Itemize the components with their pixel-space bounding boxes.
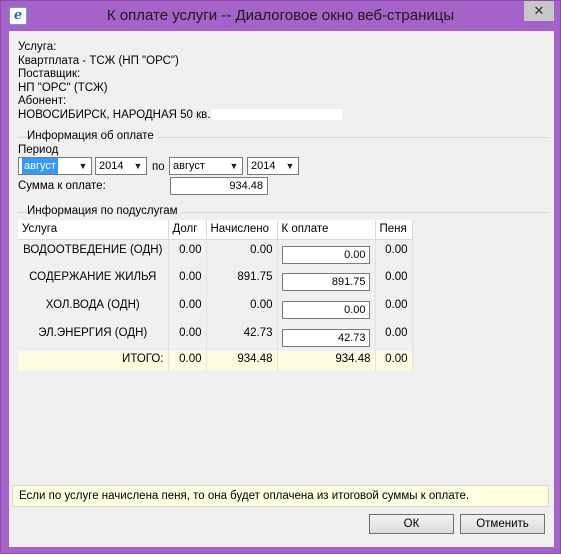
row-to-pay-cell: 0.00	[277, 295, 376, 323]
table-row: ВОДООТВЕДЕНИЕ (ОДН) 0.00 0.00 0.00 0.00	[18, 239, 413, 267]
row-penalty: 0.00	[375, 239, 413, 267]
month-from-value: август	[22, 158, 58, 174]
row-service: ЭЛ.ЭНЕРГИЯ (ОДН)	[18, 323, 169, 351]
service-value: Квартплата - ТСЖ (НП "ОРС")	[18, 54, 179, 67]
year-from-select[interactable]: 2014 ▼	[95, 157, 147, 175]
row-accrued: 891.75	[206, 267, 278, 295]
service-label: Услуга:	[18, 41, 57, 53]
total-penalty: 0.00	[375, 351, 413, 371]
row-penalty: 0.00	[375, 323, 413, 351]
title-bar[interactable]: e К оплате услуги -- Диалоговое окно веб…	[1, 1, 560, 31]
subservices-table: Услуга Долг Начислено К оплате Пеня ВОДО…	[18, 220, 413, 371]
subservices-section-title: Информация по подуслугам	[27, 205, 182, 217]
to-label: по	[152, 161, 165, 173]
close-button[interactable]: ✕	[524, 1, 554, 21]
dialog-content: Услуга: Квартплата - ТСЖ (НП "ОРС") Пост…	[9, 31, 554, 547]
ok-button[interactable]: ОК	[369, 514, 454, 534]
table-row: ХОЛ.ВОДА (ОДН) 0.00 0.00 0.00 0.00	[18, 295, 413, 323]
month-to-select[interactable]: август ▼	[169, 157, 243, 175]
col-header-service: Услуга	[18, 220, 169, 240]
chevron-down-icon: ▼	[229, 161, 239, 171]
col-header-accrued: Начислено	[206, 220, 278, 240]
month-from-select[interactable]: август ▼	[18, 157, 92, 175]
row-penalty: 0.00	[375, 295, 413, 323]
info-message: Если по услуге начислена пеня, то она бу…	[12, 485, 549, 507]
provider-info: Услуга: Квартплата - ТСЖ (НП "ОРС") Пост…	[18, 41, 343, 123]
row-accrued: 0.00	[206, 239, 278, 267]
row-debt: 0.00	[168, 323, 207, 351]
window-title: К оплате услуги -- Диалоговое окно веб-с…	[106, 7, 455, 24]
payment-section-title: Информация об оплате	[27, 130, 158, 142]
row-accrued: 42.73	[206, 323, 278, 351]
amount-input[interactable]: 934.48	[170, 177, 268, 195]
row-to-pay-cell: 0.00	[277, 239, 376, 267]
chevron-down-icon: ▼	[285, 161, 295, 171]
row-accrued: 0.00	[206, 295, 278, 323]
row-service: ВОДООТВЕДЕНИЕ (ОДН)	[18, 239, 169, 267]
row-to-pay-input[interactable]: 891.75	[281, 273, 370, 291]
table-row: СОДЕРЖАНИЕ ЖИЛЬЯ 0.00 891.75 891.75 0.00	[18, 267, 413, 295]
year-from-value: 2014	[99, 160, 124, 172]
row-debt: 0.00	[168, 295, 207, 323]
subscriber-value: НОВОСИБИРСК, НАРОДНАЯ 50 кв.	[18, 108, 211, 121]
row-debt: 0.00	[168, 239, 207, 267]
month-to-value: август	[173, 160, 205, 172]
amount-label: Сумма к оплате:	[18, 180, 106, 192]
table-header-row: Услуга Долг Начислено К оплате Пеня	[18, 220, 413, 240]
cancel-button[interactable]: Отменить	[460, 514, 545, 534]
subscriber-label: Абонент:	[18, 95, 67, 107]
dialog-window: e К оплате услуги -- Диалоговое окно веб…	[0, 0, 561, 554]
row-service: ХОЛ.ВОДА (ОДН)	[18, 295, 169, 323]
total-accrued: 934.48	[206, 351, 278, 371]
redacted-area	[212, 108, 343, 120]
chevron-down-icon: ▼	[133, 161, 143, 171]
total-debt: 0.00	[168, 351, 207, 371]
table-row: ЭЛ.ЭНЕРГИЯ (ОДН) 0.00 42.73 42.73 0.00	[18, 323, 413, 351]
row-to-pay-cell: 42.73	[277, 323, 376, 351]
table-total-row: ИТОГО: 0.00 934.48 934.48 0.00	[18, 351, 413, 371]
col-header-to-pay: К оплате	[277, 220, 376, 240]
col-header-penalty: Пеня	[375, 220, 413, 240]
year-to-value: 2014	[251, 160, 276, 172]
row-service: СОДЕРЖАНИЕ ЖИЛЬЯ	[18, 267, 169, 295]
row-to-pay-input[interactable]: 42.73	[281, 329, 370, 347]
total-to-pay: 934.48	[277, 351, 376, 371]
row-to-pay-cell: 891.75	[277, 267, 376, 295]
subscriber-row: НОВОСИБИРСК, НАРОДНАЯ 50 кв.	[18, 108, 343, 123]
supplier-value: НП "ОРС" (ТСЖ)	[18, 81, 108, 94]
supplier-label: Поставщик:	[18, 68, 81, 80]
total-label: ИТОГО:	[18, 351, 169, 371]
col-header-debt: Долг	[168, 220, 207, 240]
period-label: Период	[18, 144, 59, 156]
year-to-select[interactable]: 2014 ▼	[247, 157, 299, 175]
row-to-pay-input[interactable]: 0.00	[281, 245, 370, 264]
row-to-pay-input[interactable]: 0.00	[281, 301, 370, 319]
row-debt: 0.00	[168, 267, 207, 295]
row-penalty: 0.00	[375, 267, 413, 295]
chevron-down-icon: ▼	[78, 161, 88, 171]
